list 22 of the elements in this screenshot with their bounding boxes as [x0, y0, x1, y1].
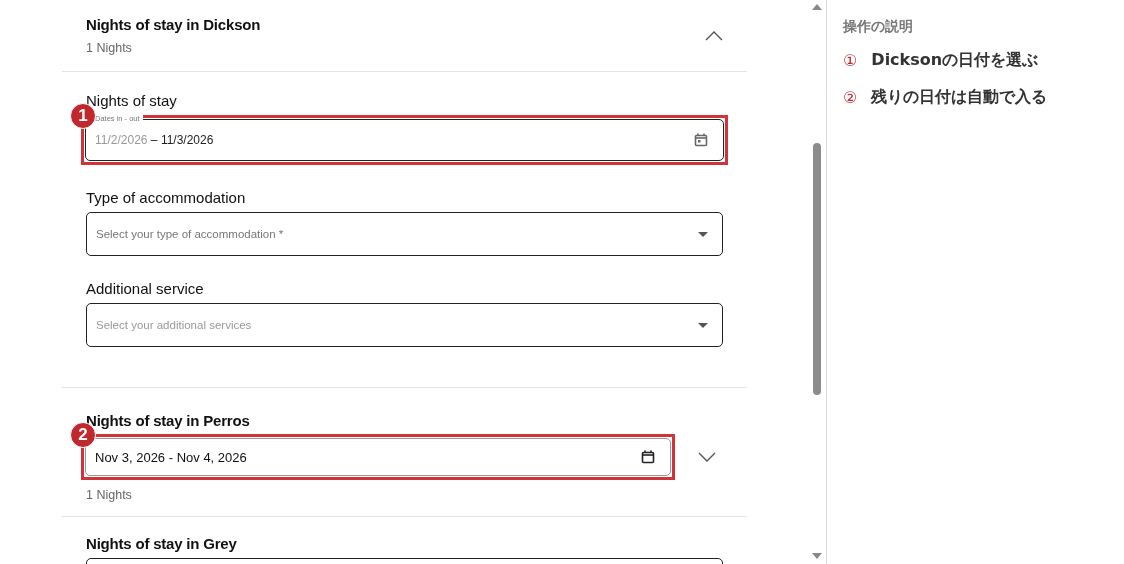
step-text: 残りの日付は自動で入る: [871, 87, 1048, 108]
field-label: Type of accommodation: [86, 189, 247, 206]
collapse-chevron-icon[interactable]: [705, 30, 723, 41]
step-text: Dicksonの日付を選ぶ: [871, 50, 1039, 71]
date-range-value: 11/2/2026 – 11/3/2026: [95, 133, 214, 147]
nights-count: 1 Nights: [86, 41, 133, 55]
calendar-icon[interactable]: [640, 449, 656, 465]
scroll-down-arrow-icon[interactable]: [812, 553, 822, 559]
step-number: ②: [843, 88, 858, 107]
dropdown-caret-icon: [698, 231, 708, 237]
dropdown-caret-icon: [698, 322, 708, 328]
field-label: Additional service: [86, 280, 205, 297]
step-number: ①: [843, 51, 858, 70]
help-heading: 操作の説明: [843, 18, 914, 36]
section-title: Nights of stay in Perros: [86, 412, 251, 429]
nights-count: 1 Nights: [86, 488, 133, 502]
section-title: Nights of stay in Grey: [86, 535, 238, 552]
section-title: Nights of stay in Dickson: [86, 16, 261, 33]
scrollbar-thumb[interactable]: [813, 143, 821, 395]
expand-chevron-icon[interactable]: [698, 452, 716, 462]
select-field[interactable]: Select your type of accommodation *: [86, 212, 723, 256]
scroll-up-arrow-icon[interactable]: [812, 4, 822, 10]
